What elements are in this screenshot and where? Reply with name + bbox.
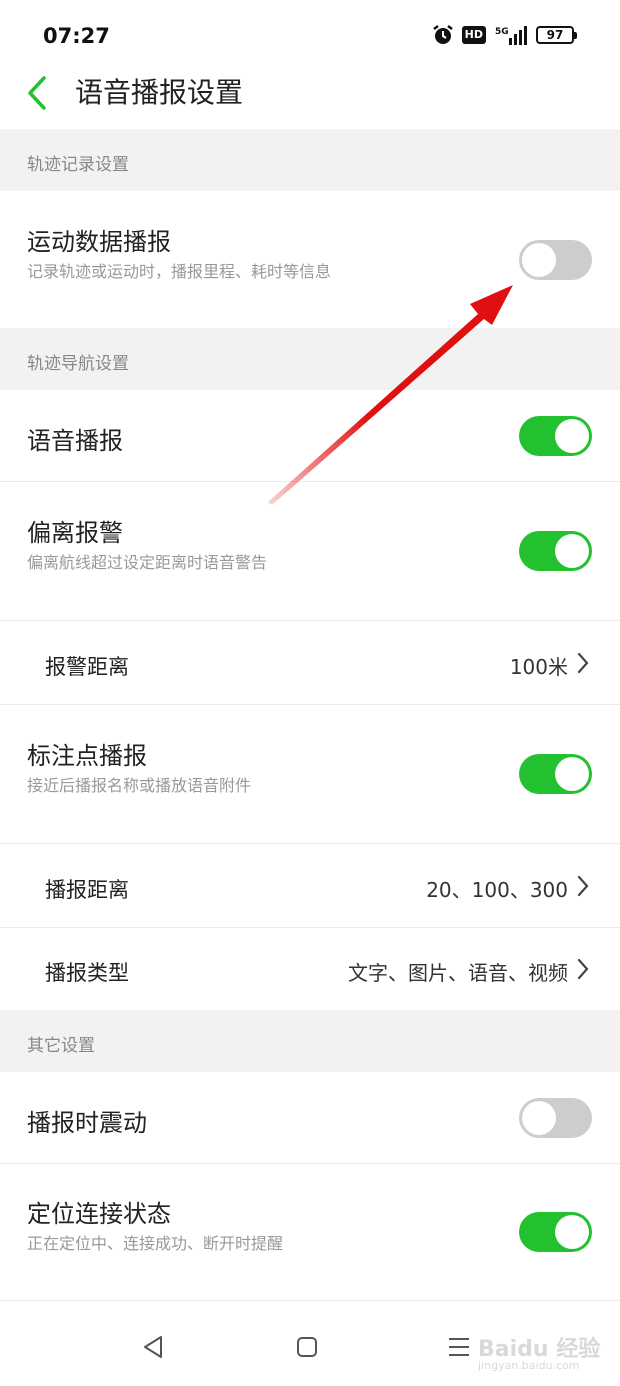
- toggle-knob: [555, 757, 589, 791]
- alarm-clock-icon: [432, 25, 453, 44]
- vibrate-toggle[interactable]: [519, 1098, 592, 1138]
- marker-broadcast-toggle[interactable]: [519, 754, 592, 794]
- section-header-other: 其它设置: [0, 1010, 620, 1072]
- triangle-back-icon[interactable]: [142, 1335, 164, 1359]
- section-label: 其它设置: [27, 1036, 95, 1056]
- row-title: 运动数据播报: [27, 228, 171, 256]
- voice-broadcast-toggle[interactable]: [519, 416, 592, 456]
- status-bar: 07:27 HD 5G 97: [0, 0, 620, 76]
- section-header-track-nav: 轨迹导航设置: [0, 328, 620, 390]
- toggle-knob: [522, 243, 556, 277]
- menu-lines-icon[interactable]: [448, 1337, 470, 1357]
- row-broadcast-distance[interactable]: 播报距离 20、100、300: [0, 844, 620, 928]
- row-voice-broadcast[interactable]: 语音播报: [0, 390, 620, 482]
- battery-level: 97: [546, 28, 564, 42]
- section-label: 轨迹记录设置: [27, 155, 129, 175]
- chevron-left-icon[interactable]: [22, 76, 56, 110]
- page-title: 语音播报设置: [75, 76, 244, 109]
- section-header-track-record: 轨迹记录设置: [0, 129, 620, 191]
- row-title: 语音播报: [27, 427, 123, 455]
- row-subtitle: 记录轨迹或运动时，播报里程、耗时等信息: [27, 262, 332, 281]
- status-time: 07:27: [43, 24, 110, 48]
- square-home-icon[interactable]: [296, 1336, 318, 1358]
- alarm-distance-value: 100米: [509, 655, 568, 679]
- row-title: 偏离报警: [27, 519, 123, 547]
- chevron-right-icon: [577, 652, 589, 674]
- row-title: 标注点播报: [27, 742, 147, 770]
- row-subtitle: 正在定位中、连接成功、断开时提醒: [27, 1234, 284, 1253]
- row-broadcast-type[interactable]: 播报类型 文字、图片、语音、视频: [0, 928, 620, 1010]
- section-label: 轨迹导航设置: [27, 354, 129, 374]
- broadcast-type-value: 文字、图片、语音、视频: [348, 961, 568, 985]
- signal-icon: 5G: [495, 26, 527, 45]
- row-title: 定位连接状态: [27, 1200, 171, 1228]
- deviation-alarm-toggle[interactable]: [519, 531, 592, 571]
- row-sport-data[interactable]: 运动数据播报 记录轨迹或运动时，播报里程、耗时等信息: [0, 191, 620, 328]
- row-title: 报警距离: [45, 655, 129, 679]
- system-nav-bar: Baidu 经验 jingyan.baidu.com: [0, 1300, 620, 1386]
- chevron-right-icon: [577, 958, 589, 980]
- row-subtitle: 接近后播报名称或播放语音附件: [27, 776, 252, 795]
- broadcast-distance-value: 20、100、300: [426, 878, 568, 902]
- sport-data-toggle[interactable]: [519, 240, 592, 280]
- toggle-knob: [522, 1101, 556, 1135]
- location-status-toggle[interactable]: [519, 1212, 592, 1252]
- network-label: 5G: [495, 27, 509, 37]
- hd-badge: HD: [461, 26, 486, 44]
- row-subtitle: 偏离航线超过设定距离时语音警告: [27, 553, 268, 572]
- toggle-knob: [555, 1215, 589, 1249]
- row-vibrate[interactable]: 播报时震动: [0, 1072, 620, 1164]
- battery-icon: 97: [536, 26, 577, 44]
- row-alarm-distance[interactable]: 报警距离 100米: [0, 621, 620, 705]
- row-deviation-alarm[interactable]: 偏离报警 偏离航线超过设定距离时语音警告: [0, 482, 620, 621]
- row-location-status[interactable]: 定位连接状态 正在定位中、连接成功、断开时提醒: [0, 1164, 620, 1300]
- toggle-knob: [555, 534, 589, 568]
- row-title: 播报时震动: [27, 1109, 147, 1137]
- row-title: 播报类型: [45, 961, 129, 985]
- status-icons: HD 5G 97: [432, 24, 577, 46]
- header: 语音播报设置: [0, 76, 620, 128]
- watermark-url: jingyan.baidu.com: [478, 1359, 580, 1372]
- chevron-right-icon: [577, 875, 589, 897]
- toggle-knob: [555, 419, 589, 453]
- row-title: 播报距离: [45, 878, 129, 902]
- row-marker-broadcast[interactable]: 标注点播报 接近后播报名称或播放语音附件: [0, 705, 620, 844]
